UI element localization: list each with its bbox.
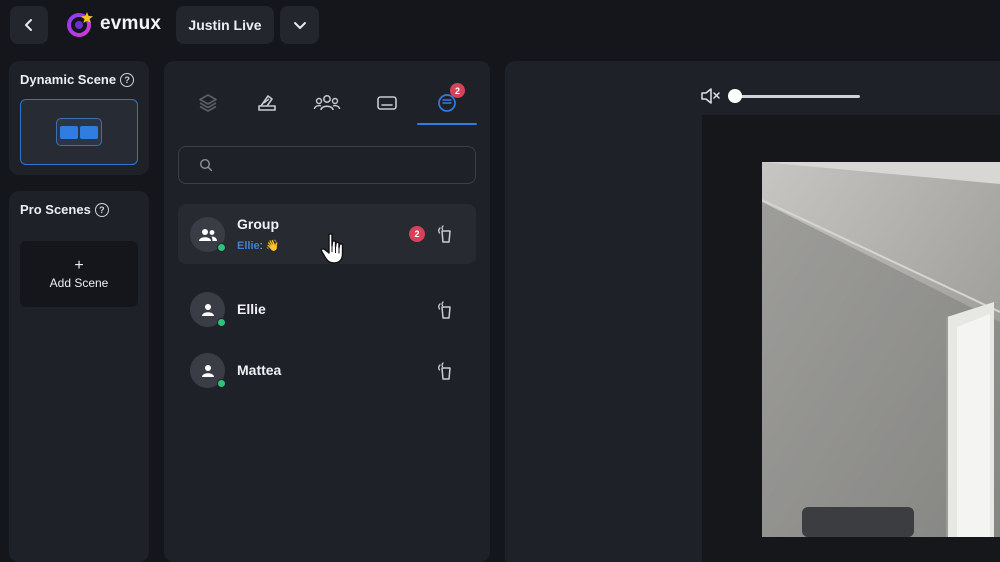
chat-name: Ellie bbox=[237, 301, 266, 317]
chat-row-mattea[interactable]: Mattea bbox=[178, 340, 476, 400]
tab-chat[interactable]: 2 bbox=[417, 83, 477, 123]
message-sender: Ellie bbox=[237, 240, 260, 252]
top-bar: evmux Justin Live bbox=[0, 0, 1000, 52]
message-text: 👋 bbox=[265, 240, 280, 252]
user-icon bbox=[201, 364, 214, 377]
help-icon[interactable]: ? bbox=[94, 202, 109, 217]
dynamic-scene-thumbnail[interactable] bbox=[20, 99, 138, 165]
dynamic-scene-title-text: Dynamic Scene bbox=[20, 72, 117, 87]
people-icon bbox=[313, 95, 341, 111]
pro-scenes-title: Pro Scenes ? bbox=[20, 202, 109, 217]
chat-search[interactable] bbox=[178, 146, 476, 184]
dynamic-scene-card: Dynamic Scene ? bbox=[9, 61, 149, 175]
back-button[interactable] bbox=[10, 6, 48, 44]
plus-icon: + bbox=[74, 257, 84, 274]
phone-call-icon[interactable] bbox=[435, 360, 457, 382]
volume-control[interactable] bbox=[700, 86, 860, 106]
dynamic-scene-title: Dynamic Scene ? bbox=[20, 72, 135, 87]
event-name-button[interactable]: Justin Live bbox=[176, 6, 274, 44]
online-status-dot bbox=[217, 243, 226, 252]
add-scene-button[interactable]: + Add Scene bbox=[20, 241, 138, 307]
group-icon bbox=[198, 228, 217, 241]
app-logo[interactable]: evmux bbox=[66, 10, 161, 38]
hand-cursor-icon bbox=[320, 233, 344, 264]
avatar bbox=[190, 217, 226, 252]
app-name: evmux bbox=[100, 13, 162, 34]
split-layout-icon bbox=[56, 118, 102, 146]
help-icon[interactable]: ? bbox=[120, 72, 135, 87]
evmux-logo-icon bbox=[67, 12, 93, 37]
online-status-dot bbox=[217, 318, 226, 327]
avatar bbox=[190, 353, 226, 388]
camera-frame-image bbox=[762, 162, 1000, 537]
chat-name: Mattea bbox=[237, 362, 282, 378]
tab-banner[interactable] bbox=[357, 83, 417, 123]
chevron-down-icon bbox=[293, 22, 306, 29]
panel-tabs: 2 bbox=[164, 83, 490, 127]
active-tab-indicator bbox=[417, 123, 477, 125]
unread-badge: 2 bbox=[409, 226, 425, 242]
pro-scenes-card: Pro Scenes ? + Add Scene bbox=[9, 191, 149, 562]
camera-video-feed bbox=[762, 162, 1000, 537]
layers-icon bbox=[199, 94, 217, 112]
chevron-left-icon bbox=[25, 19, 32, 31]
event-dropdown-button[interactable] bbox=[280, 6, 319, 44]
chat-name: Group bbox=[237, 216, 279, 232]
tab-layers[interactable] bbox=[178, 83, 238, 123]
search-input[interactable] bbox=[221, 157, 461, 173]
online-status-dot bbox=[217, 379, 226, 388]
volume-slider[interactable] bbox=[728, 88, 860, 103]
side-panel: 2 Group Ellie: 👋 2 Ellie Mattea bbox=[164, 61, 490, 562]
tab-brand[interactable] bbox=[237, 83, 297, 123]
tab-people[interactable] bbox=[297, 83, 357, 123]
chat-last-message: Ellie: 👋 bbox=[237, 239, 279, 252]
phone-call-icon[interactable] bbox=[435, 299, 457, 321]
speaker-muted-icon[interactable] bbox=[700, 86, 722, 106]
chat-row-ellie[interactable]: Ellie bbox=[178, 279, 476, 339]
phone-call-icon[interactable] bbox=[435, 223, 457, 245]
banner-icon bbox=[377, 96, 397, 110]
search-icon bbox=[199, 158, 213, 172]
pro-scenes-title-text: Pro Scenes bbox=[20, 202, 91, 217]
avatar bbox=[190, 292, 226, 327]
chat-unread-badge: 2 bbox=[450, 83, 465, 98]
add-scene-label: Add Scene bbox=[49, 276, 109, 290]
paint-brush-icon bbox=[258, 95, 276, 111]
user-icon bbox=[201, 303, 214, 316]
volume-slider-handle[interactable] bbox=[728, 88, 742, 103]
message-separator: : bbox=[259, 240, 263, 252]
